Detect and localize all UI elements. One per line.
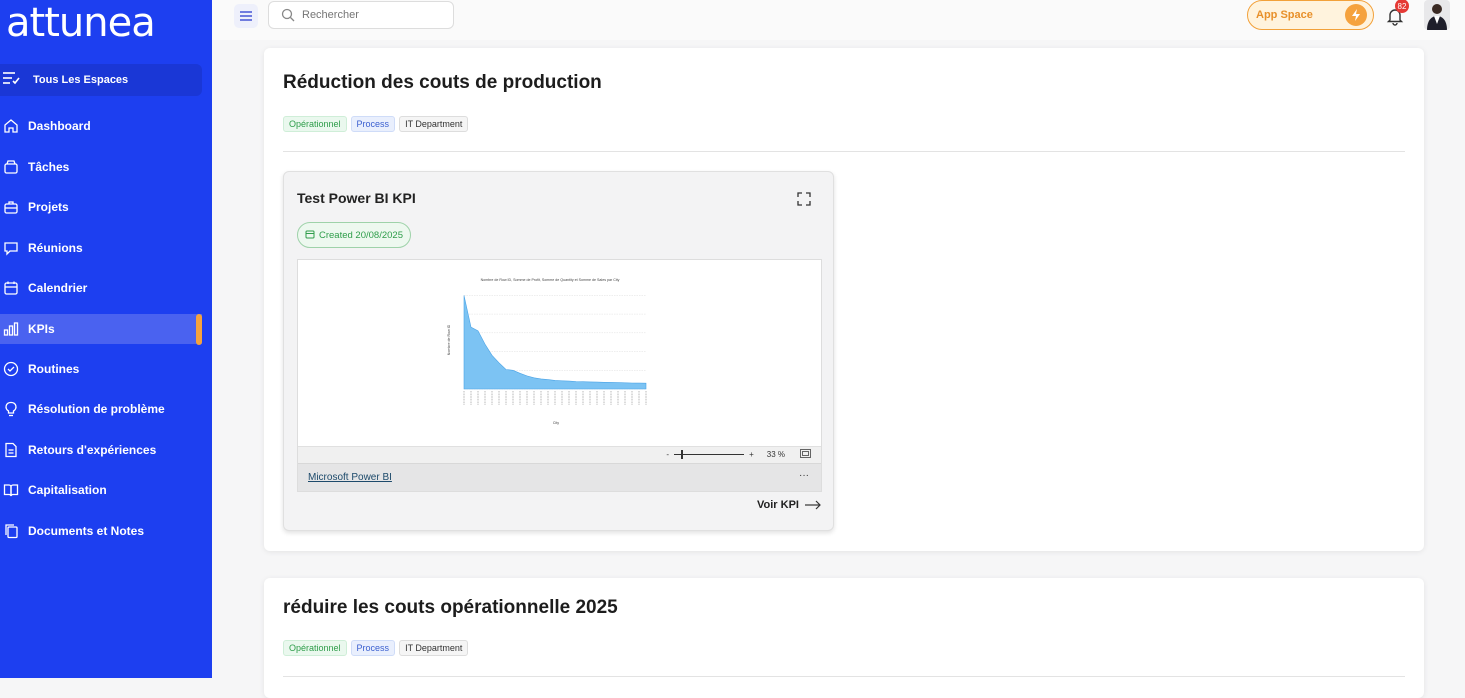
zoom-control[interactable]: - + 33 %: [666, 449, 811, 460]
check-circle-icon: [3, 361, 19, 377]
home-icon: [3, 118, 19, 134]
lightbulb-icon: [3, 401, 19, 417]
book-icon: [3, 482, 19, 498]
tag-operationnel: Opérationnel: [283, 116, 347, 132]
topbar: App Space 82: [212, 0, 1465, 40]
zoom-slider[interactable]: [674, 450, 745, 459]
app-space-label: App Space: [1256, 9, 1313, 21]
chart-y-axis-label: Nombre de Row ID: [447, 324, 451, 355]
tag-department: IT Department: [399, 116, 469, 132]
objective-card: Réduction des couts de production Opérat…: [264, 48, 1424, 551]
all-spaces-label: Tous Les Espaces: [33, 74, 129, 86]
powerbi-footer: Microsoft Power BI ···: [298, 463, 821, 491]
sidebar-item-label: KPIs: [28, 322, 55, 336]
more-options-button[interactable]: ···: [799, 470, 809, 481]
divider: [283, 151, 1405, 152]
zoom-slider-knob[interactable]: [681, 450, 684, 459]
sidebar-item-label: Résolution de problème: [28, 402, 165, 416]
chart-area-series: [463, 295, 647, 390]
tag-operationnel: Opérationnel: [283, 640, 347, 656]
powerbi-link[interactable]: Microsoft Power BI: [308, 472, 392, 483]
sidebar-item-dashboard[interactable]: Dashboard: [0, 111, 212, 141]
document-icon: [3, 442, 19, 458]
sidebar-item-label: Dashboard: [28, 119, 91, 133]
menu-toggle-button[interactable]: [234, 4, 258, 28]
sidebar-item-taches[interactable]: Tâches: [0, 152, 212, 182]
tag-department: IT Department: [399, 640, 469, 656]
sidebar-item-resolution[interactable]: Résolution de problème: [0, 394, 212, 424]
objective-title: réduire les couts opérationnelle 2025: [283, 597, 618, 618]
powerbi-toolbar: - + 33 %: [298, 446, 821, 463]
created-date-text: Created 20/08/2025: [319, 229, 403, 241]
all-spaces-button[interactable]: Tous Les Espaces: [0, 64, 202, 96]
sidebar-item-routines[interactable]: Routines: [0, 354, 212, 384]
notification-badge: 82: [1395, 0, 1409, 13]
tray-icon: [3, 159, 19, 175]
fit-to-page-icon[interactable]: [800, 449, 811, 460]
sidebar-item-capitalisation[interactable]: Capitalisation: [0, 475, 212, 505]
calendar-icon: [3, 280, 19, 296]
created-date-badge: Created 20/08/2025: [297, 222, 411, 248]
search-input[interactable]: [302, 9, 442, 21]
tag-process: Process: [350, 640, 396, 656]
sidebar-item-label: Retours d'expériences: [28, 443, 157, 457]
voir-kpi-link[interactable]: Voir KPI: [757, 497, 821, 513]
sidebar-item-retours[interactable]: Retours d'expériences: [0, 435, 212, 465]
tag-process: Process: [350, 116, 396, 132]
search-box[interactable]: [268, 1, 454, 29]
zoom-level: 33 %: [766, 450, 785, 459]
sidebar-item-label: Tâches: [28, 160, 70, 174]
app-space-button[interactable]: App Space: [1247, 0, 1374, 30]
list-check-icon: [2, 71, 24, 89]
chart-x-axis-label: City: [553, 421, 559, 425]
briefcase-icon: [3, 199, 19, 215]
zoom-in-button[interactable]: +: [749, 450, 754, 459]
objective-card: réduire les couts opérationnelle 2025 Op…: [264, 578, 1424, 698]
powerbi-chart: Nombre de Row ID, Somme de Profit, Somme…: [447, 278, 647, 425]
sidebar-item-label: Réunions: [28, 241, 83, 255]
brand-logo[interactable]: attunea: [6, 0, 156, 46]
expand-icon[interactable]: [797, 192, 811, 206]
sidebar-item-documents[interactable]: Documents et Notes: [0, 516, 212, 546]
sidebar-item-projets[interactable]: Projets: [0, 192, 212, 222]
sidebar-item-label: Calendrier: [28, 281, 88, 295]
zoom-out-button[interactable]: -: [666, 450, 669, 459]
powerbi-embed[interactable]: Nombre de Row ID, Somme de Profit, Somme…: [297, 259, 822, 492]
divider: [283, 676, 1405, 677]
tag-list: Opérationnel Process IT Department: [283, 640, 469, 656]
voir-kpi-label: Voir KPI: [757, 499, 799, 511]
user-avatar[interactable]: [1424, 0, 1450, 30]
sidebar-item-kpis[interactable]: KPIs: [0, 314, 202, 344]
lightning-icon: [1345, 4, 1367, 26]
arrow-right-icon: [805, 497, 821, 513]
sidebar-item-calendrier[interactable]: Calendrier: [0, 273, 212, 303]
search-icon: [281, 8, 295, 22]
chat-icon: [3, 240, 19, 256]
sidebar-item-label: Projets: [28, 200, 69, 214]
sidebar-item-label: Routines: [28, 362, 80, 376]
kpi-card[interactable]: Test Power BI KPI Created 20/08/2025 Nom…: [283, 171, 834, 531]
hamburger-icon: [240, 8, 252, 24]
tag-list: Opérationnel Process IT Department: [283, 116, 469, 132]
sidebar-item-reunions[interactable]: Réunions: [0, 233, 212, 263]
calendar-icon: [305, 229, 315, 242]
bar-chart-icon: [3, 321, 19, 337]
chart-title: Nombre de Row ID, Somme de Profit, Somme…: [481, 278, 620, 282]
sidebar-item-label: Capitalisation: [28, 483, 107, 497]
kpi-title: Test Power BI KPI: [297, 190, 416, 206]
sidebar-item-label: Documents et Notes: [28, 524, 145, 538]
sidebar: attunea Tous Les Espaces Dashboard Tâche…: [0, 0, 212, 678]
copy-icon: [3, 523, 19, 539]
objective-title: Réduction des couts de production: [283, 72, 602, 93]
active-indicator: [196, 314, 202, 345]
